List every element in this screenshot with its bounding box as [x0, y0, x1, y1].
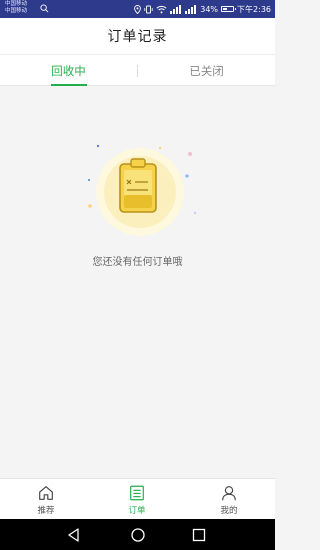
signal-1-icon	[170, 4, 182, 14]
order-list-icon	[130, 485, 144, 501]
nav-item-orders[interactable]: 订单	[107, 479, 167, 520]
empty-state-message: 您还没有任何订单哦	[92, 257, 183, 268]
nav-label-orders: 订单	[128, 506, 146, 516]
carrier-line-1: 中国移动	[5, 1, 28, 7]
status-icons: 34% 下午2:36	[134, 3, 271, 15]
location-icon	[134, 4, 142, 14]
tab-closed[interactable]: 已关闭	[138, 55, 275, 86]
nav-label-recommend: 推荐	[37, 506, 55, 516]
back-icon[interactable]	[66, 527, 82, 543]
home-circle-icon[interactable]	[130, 527, 146, 543]
nav-item-mine[interactable]: 我的	[199, 479, 259, 520]
battery-icon	[221, 6, 237, 12]
active-tab-indicator	[51, 84, 87, 86]
tab-closed-label: 已关闭	[189, 63, 224, 78]
bottom-nav: 推荐 订单 我的	[0, 478, 275, 519]
order-tabs: 回收中 已关闭	[0, 54, 275, 86]
signal-2-icon	[185, 4, 197, 14]
vibrate-icon	[144, 5, 153, 13]
nav-label-mine: 我的	[220, 506, 238, 516]
battery-percent: 34%	[200, 4, 219, 14]
status-bar: 中国移动 中国移动 34% 下午2:36	[0, 0, 275, 18]
tab-recycling[interactable]: 回收中	[0, 55, 137, 86]
tab-recycling-label: 回收中	[51, 63, 86, 78]
page-header: 订单记录	[0, 18, 275, 54]
wifi-icon	[156, 5, 167, 13]
carrier-line-2: 中国移动	[5, 8, 28, 14]
user-icon	[222, 486, 236, 501]
home-icon	[39, 486, 53, 500]
system-nav-bar	[0, 519, 275, 550]
clipboard-icon	[88, 144, 197, 236]
search-icon	[40, 4, 49, 13]
page-title: 订单记录	[107, 29, 168, 45]
nav-item-recommend[interactable]: 推荐	[16, 479, 76, 520]
clock: 下午2:36	[237, 4, 271, 14]
carrier-info: 中国移动 中国移动	[5, 1, 27, 15]
recent-apps-icon[interactable]	[191, 527, 207, 543]
